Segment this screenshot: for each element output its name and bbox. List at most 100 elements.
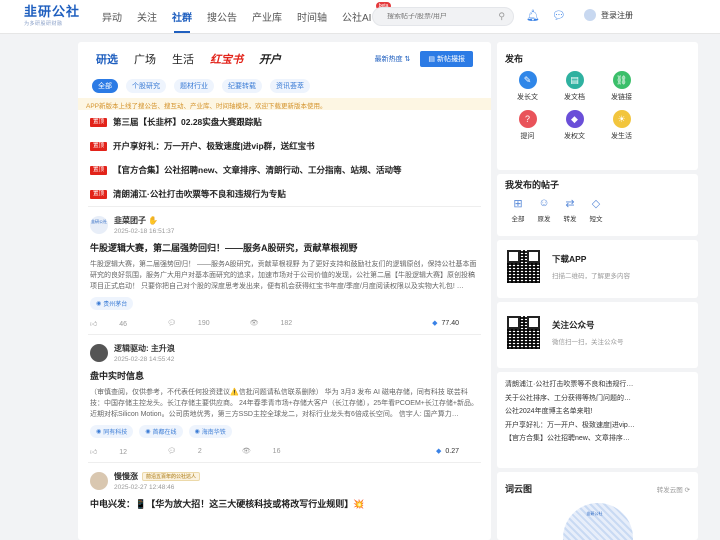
nav-guanzhu[interactable]: 关注 bbox=[137, 9, 157, 24]
diamond-icon: ◆ bbox=[435, 448, 442, 455]
publish-document-button[interactable]: ▤ 发文档 bbox=[552, 71, 597, 102]
word-cloud-logo: 韭研公社 bbox=[586, 511, 603, 516]
hot-item[interactable]: 清朗浦江·公社打击吹票等不良和违规行… bbox=[505, 378, 690, 392]
nav-chanyeku[interactable]: 产业库 bbox=[252, 9, 282, 24]
hot-item[interactable]: 公社2024年度博主名单来啦! bbox=[505, 405, 690, 419]
pinned-tag: 置顶 bbox=[90, 141, 108, 151]
hot-item[interactable]: 【官方合集】公社招聘new、文章排序… bbox=[505, 432, 690, 446]
sun-icon: ☀ bbox=[612, 110, 631, 128]
my-posts-grid: ⊞ 全部 ☺ 原发 ⇄ 转发 ◇ 短文 bbox=[497, 191, 698, 223]
my-posts-label: 短文 bbox=[589, 216, 603, 223]
like-button[interactable]: 👍︎ 46 bbox=[90, 319, 147, 328]
like-count: 12 bbox=[119, 448, 128, 456]
view-count: 16 bbox=[272, 448, 281, 455]
post-time: 2025-02-18 16:51:37 bbox=[114, 228, 175, 235]
chip-minutes[interactable]: 纪要转载 bbox=[222, 79, 262, 93]
comment-button[interactable]: 💬︎ 190 bbox=[167, 319, 230, 327]
my-posts-original[interactable]: ☺ 原发 bbox=[531, 197, 557, 223]
publish-label: 提问 bbox=[520, 133, 535, 140]
post-title[interactable]: 中电兴发：📱【华为放大招！这三大硬核科技或将改写行业规则】💥 bbox=[90, 497, 479, 510]
forward-icon: ⇄ bbox=[565, 198, 575, 210]
coin-reward[interactable]: ◆ 0.27 bbox=[436, 447, 479, 455]
bell-icon[interactable]: 🔔︎ bbox=[526, 9, 540, 22]
medal-icon: ✋ bbox=[148, 216, 158, 225]
my-posts-label: 原发 bbox=[537, 216, 551, 223]
like-button[interactable]: 👍︎ 12 bbox=[90, 447, 147, 456]
author-avatar[interactable]: 韭研公社 bbox=[90, 216, 108, 234]
tab-guangchang[interactable]: 广场 bbox=[134, 51, 156, 67]
tab-kaihu[interactable]: 开户 bbox=[259, 51, 281, 67]
login-link[interactable]: 登录注册 bbox=[584, 9, 633, 21]
app-notice[interactable]: APP新版本上线了搜公告、搜互动、产业库、时间轴模块，欢迎下载更新版本使用。 bbox=[78, 98, 491, 110]
stock-tag[interactable]: ◉ 首都在线 bbox=[139, 425, 183, 438]
stock-tag[interactable]: ◉ 贵州茅台 bbox=[90, 297, 134, 310]
nav-shequn[interactable]: 社群 bbox=[172, 9, 192, 33]
view-button[interactable]: 👁︎ 16 bbox=[242, 447, 301, 455]
stock-tag-label: 首都在线 bbox=[152, 430, 177, 436]
author-name[interactable]: 慢慢涨 前沿五百年的公社达人 bbox=[114, 471, 201, 482]
my-posts-forward[interactable]: ⇄ 转发 bbox=[557, 197, 583, 223]
sort-toggle[interactable]: 最新热度 ⇅ bbox=[375, 54, 411, 64]
tab-hongbaoshu[interactable]: 红宝书 bbox=[210, 51, 243, 67]
word-cloud-panel: 词云图 转发云图 ⟳ 韭研公社 bbox=[497, 472, 698, 540]
nav-sougonggao[interactable]: 搜公告 bbox=[207, 9, 237, 24]
comment-button[interactable]: 💬︎ 2 bbox=[167, 447, 222, 455]
pinned-post[interactable]: 置顶 开户享好礼：万一开户、极致速度|进vip群，送红宝书 bbox=[78, 134, 491, 158]
download-app[interactable]: 下载APP 扫描二维码，了解更多内容 bbox=[497, 240, 698, 293]
comment-count: 190 bbox=[197, 320, 210, 327]
post-header: 韭研公社 韭菜团子 ✋ 2025-02-18 16:51:37 bbox=[90, 215, 479, 235]
stock-tag[interactable]: ◉ 海南华铁 bbox=[188, 425, 232, 438]
nav-gongshe-ai[interactable]: 公社AI beta bbox=[342, 2, 392, 24]
pinned-title: 【官方合集】公社招聘new、文章排序、清朗行动、工分指南、站规、活动等 bbox=[113, 165, 402, 175]
publish-link-button[interactable]: ⛓ 发链接 bbox=[599, 71, 644, 102]
chip-news[interactable]: 资讯荟萃 bbox=[270, 79, 310, 93]
author-name[interactable]: 逻辑驱动: 主升浪 bbox=[114, 343, 175, 354]
publish-rights-button[interactable]: ◆ 发权文 bbox=[552, 110, 597, 141]
author-avatar[interactable] bbox=[90, 472, 108, 490]
word-cloud-switch[interactable]: 转发云图 ⟳ bbox=[657, 484, 690, 494]
publish-question-button[interactable]: ? 提问 bbox=[505, 110, 550, 141]
hot-item[interactable]: 开户享好礼：万一开户、极致速度|进vip… bbox=[505, 419, 690, 433]
publish-life-button[interactable]: ☀ 发生活 bbox=[599, 110, 644, 141]
search-input[interactable] bbox=[387, 13, 497, 20]
logo[interactable]: 韭研公社 为多研股研财融 bbox=[24, 6, 82, 28]
tab-shenghuo[interactable]: 生活 bbox=[172, 51, 194, 67]
new-post-icon: ▤ bbox=[428, 56, 436, 63]
my-posts-short[interactable]: ◇ 短文 bbox=[583, 197, 609, 223]
publish-long-article-button[interactable]: ✎ 发长文 bbox=[505, 71, 550, 102]
stock-tag[interactable]: ◉ 同有科技 bbox=[90, 425, 134, 438]
chip-stock-research[interactable]: 个股研究 bbox=[126, 79, 166, 93]
hot-item[interactable]: 关于公社排序、工分获得等热门问题的… bbox=[505, 392, 690, 406]
author-avatar[interactable] bbox=[90, 344, 108, 362]
pinned-tag: 置顶 bbox=[90, 165, 108, 175]
my-posts-all[interactable]: ⊞ 全部 bbox=[505, 197, 531, 223]
stock-tag-icon: ◉ bbox=[194, 429, 200, 435]
pinned-post[interactable]: 置顶 第三届【长韭杯】02.28实盘大赛跟踪贴 bbox=[78, 110, 491, 134]
download-app-title: 下载APP bbox=[552, 254, 587, 264]
author-badge: 前沿五百年的公社达人 bbox=[142, 472, 201, 481]
coin-reward[interactable]: ◆ 77.40 bbox=[432, 319, 479, 327]
pinned-post[interactable]: 置顶 清朗浦江·公社打击吹票等不良和违规行为专贴 bbox=[78, 182, 491, 206]
stock-tag-label: 同有科技 bbox=[103, 430, 128, 436]
nav-yidong[interactable]: 异动 bbox=[102, 9, 122, 24]
search-icon[interactable]: ⚲ bbox=[498, 11, 505, 22]
author-name-text: 慢慢涨 bbox=[114, 472, 138, 481]
tab-yanxuan[interactable]: 研选 bbox=[96, 51, 118, 67]
link-icon: ⛓ bbox=[612, 71, 631, 89]
new-post-button[interactable]: ▤ 新帖撮报 bbox=[420, 51, 473, 67]
nav-shijianzhou[interactable]: 时间轴 bbox=[297, 9, 327, 24]
chip-industry[interactable]: 题材行业 bbox=[174, 79, 214, 93]
wechat-follow[interactable]: 关注公众号 微信扫一扫，关注公众号 bbox=[497, 302, 698, 359]
chat-icon[interactable]: 💬︎ bbox=[552, 9, 566, 22]
question-icon: ? bbox=[518, 110, 537, 128]
post-title[interactable]: 牛股逻辑大赛，第二届强势回归！——服务A股研究，贡献草根视野 bbox=[90, 241, 479, 254]
post-body[interactable]: （审慎查阅，仅供参考，不代表任何投资建议⚠️信批问题请私信联系删除） 华为 3月… bbox=[90, 387, 479, 420]
top-bar: 韭研公社 为多研股研财融 异动 关注 社群 搜公告 产业库 时间轴 公社AI be… bbox=[0, 0, 720, 34]
my-posts-label: 全部 bbox=[511, 216, 525, 223]
view-button[interactable]: 👁︎ 182 bbox=[250, 319, 313, 327]
author-name[interactable]: 韭菜团子 ✋ bbox=[114, 215, 174, 226]
chip-all[interactable]: 全部 bbox=[92, 79, 118, 93]
pinned-post[interactable]: 置顶 【官方合集】公社招聘new、文章排序、清朗行动、工分指南、站规、活动等 bbox=[78, 158, 491, 182]
post-body[interactable]: 牛股逻辑大赛，第二届强势回归！ ——服务A股研究，贡献草根视野 为了更好支持和鼓… bbox=[90, 259, 479, 292]
post-title[interactable]: 盘中实时信息 bbox=[90, 369, 479, 382]
